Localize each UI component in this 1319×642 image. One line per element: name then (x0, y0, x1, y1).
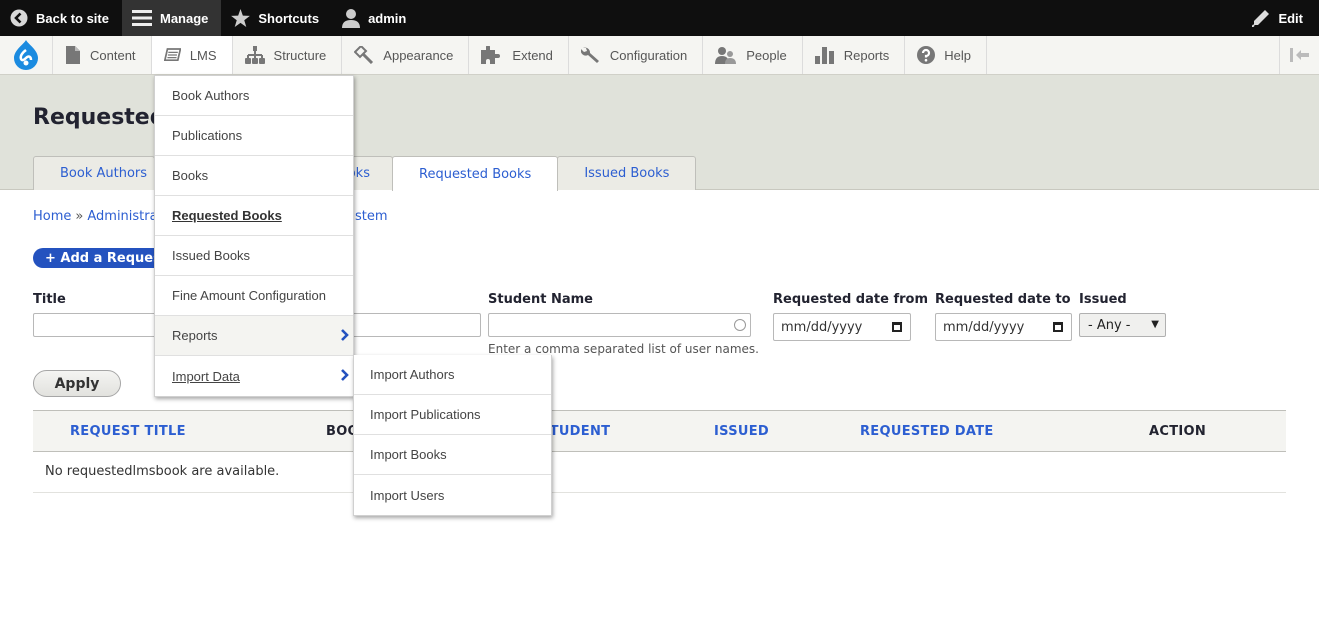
puzzle-icon (481, 46, 501, 64)
menu-item-requested-books[interactable]: Requested Books (155, 196, 353, 236)
tray-item-extend[interactable]: Extend (469, 36, 569, 74)
tray-item-structure[interactable]: Structure (233, 36, 343, 74)
shortcuts-label: Shortcuts (258, 10, 320, 26)
edit-toggle[interactable]: Edit (1242, 0, 1319, 36)
edit-label: Edit (1278, 10, 1303, 26)
shortcuts-tab[interactable]: Shortcuts (221, 0, 332, 36)
menu-item-books[interactable]: Books (155, 156, 353, 196)
primary-tabs: Book Authors Books Requested Books Issue… (33, 156, 697, 191)
tray-item-appearance[interactable]: Appearance (342, 36, 470, 74)
empty-message: No requestedlmsbook are available. (33, 452, 1286, 493)
file-icon (66, 46, 80, 64)
tray-item-label: Reports (843, 47, 890, 63)
drupal-drop-icon (14, 40, 38, 70)
wrench-icon (580, 47, 599, 63)
paintbrush-icon (354, 46, 374, 64)
admin-toolbar: Back to site Manage Shortcuts admin Edit (0, 0, 1319, 36)
user-tab[interactable]: admin (332, 0, 419, 36)
menu-item-reports[interactable]: Reports (155, 316, 353, 356)
bar-chart-icon (814, 47, 834, 64)
calendar-icon[interactable] (1053, 322, 1063, 332)
tray-item-label: Configuration (609, 47, 688, 63)
sitemap-icon (244, 46, 265, 64)
tray-item-label: Help (944, 47, 971, 63)
tray-item-label: Content (90, 47, 136, 63)
student-name-input[interactable] (488, 313, 751, 337)
add-request-button[interactable]: + Add a Request (33, 248, 173, 268)
tray-item-label: Extend (512, 47, 553, 63)
pencil-icon (1252, 10, 1270, 27)
user-label: admin (368, 10, 407, 26)
menu-item-book-authors[interactable]: Book Authors (155, 76, 353, 116)
admin-menu-tray: Content LMS Structure Appearance Extend … (0, 36, 1319, 75)
column-issued[interactable]: ISSUED (714, 424, 769, 439)
tray-item-label: LMS (189, 47, 217, 63)
drupal-logo[interactable] (0, 36, 53, 74)
tab-issued-books[interactable]: Issued Books (557, 156, 697, 190)
menu-item-import-users[interactable]: Import Users (354, 475, 551, 515)
tray-orientation-toggle[interactable] (1279, 36, 1319, 74)
collapse-left-icon (1289, 48, 1309, 62)
user-icon (342, 9, 361, 28)
autocomplete-throbber-icon (734, 319, 746, 331)
book-icon (163, 48, 181, 62)
back-to-site-link[interactable]: Back to site (0, 0, 122, 36)
menu-item-import-data[interactable]: Import Data (155, 356, 353, 396)
tab-book-authors[interactable]: Book Authors (33, 156, 155, 190)
tray-item-label: Structure (273, 47, 327, 63)
menu-item-publications[interactable]: Publications (155, 116, 353, 156)
hamburger-icon (131, 10, 152, 26)
tray-item-lms[interactable]: LMS (151, 36, 233, 74)
menu-item-import-books[interactable]: Import Books (354, 435, 551, 475)
column-request-title[interactable]: REQUEST TITLE (70, 424, 186, 439)
chevron-right-icon (341, 329, 349, 341)
calendar-icon[interactable] (892, 322, 902, 332)
chevron-right-icon (341, 369, 349, 381)
breadcrumb-lms-link[interactable]: stem (355, 209, 388, 224)
import-data-submenu: Import Authors Import Publications Impor… (353, 355, 552, 516)
breadcrumb-home[interactable]: Home (33, 209, 71, 224)
tray-item-reports[interactable]: Reports (803, 36, 906, 74)
column-action: ACTION (1149, 424, 1207, 439)
dropdown-arrow-icon: ▼ (1151, 319, 1159, 330)
tray-item-label: People (746, 47, 787, 63)
people-icon (715, 47, 737, 64)
tray-item-help[interactable]: Help (905, 36, 987, 74)
tab-requested-books[interactable]: Requested Books (392, 156, 559, 191)
student-name-hint: Enter a comma separated list of user nam… (488, 342, 759, 356)
manage-label: Manage (159, 10, 209, 26)
date-from-input[interactable]: mm/dd/yyyy (773, 313, 911, 341)
tray-item-people[interactable]: People (703, 36, 803, 74)
menu-item-import-authors[interactable]: Import Authors (354, 355, 551, 395)
column-requested-date[interactable]: REQUESTED DATE (860, 424, 994, 439)
tray-item-content[interactable]: Content (53, 36, 152, 74)
back-to-site-label: Back to site (36, 10, 109, 26)
table-header: REQUEST TITLE BOOK STUDENT ISSUED REQUES… (33, 410, 1286, 452)
menu-item-import-publications[interactable]: Import Publications (354, 395, 551, 435)
star-icon (231, 9, 251, 27)
issued-label: Issued (1079, 292, 1127, 307)
tray-item-configuration[interactable]: Configuration (569, 36, 704, 74)
date-to-label: Requested date to (935, 292, 1071, 307)
apply-button[interactable]: Apply (33, 370, 121, 397)
student-name-label: Student Name (488, 292, 593, 307)
menu-item-fine-amount-configuration[interactable]: Fine Amount Configuration (155, 276, 353, 316)
tray-item-label: Appearance (383, 47, 454, 63)
manage-tab[interactable]: Manage (121, 0, 222, 36)
menu-item-issued-books[interactable]: Issued Books (155, 236, 353, 276)
back-arrow-icon (10, 9, 28, 27)
date-from-label: Requested date from (773, 292, 928, 307)
issued-select[interactable]: - Any - ▼ (1079, 313, 1166, 337)
help-icon (917, 46, 936, 64)
date-to-input[interactable]: mm/dd/yyyy (935, 313, 1072, 341)
lms-dropdown-menu: Book Authors Publications Books Requeste… (154, 75, 354, 397)
title-filter-label: Title (33, 292, 66, 307)
